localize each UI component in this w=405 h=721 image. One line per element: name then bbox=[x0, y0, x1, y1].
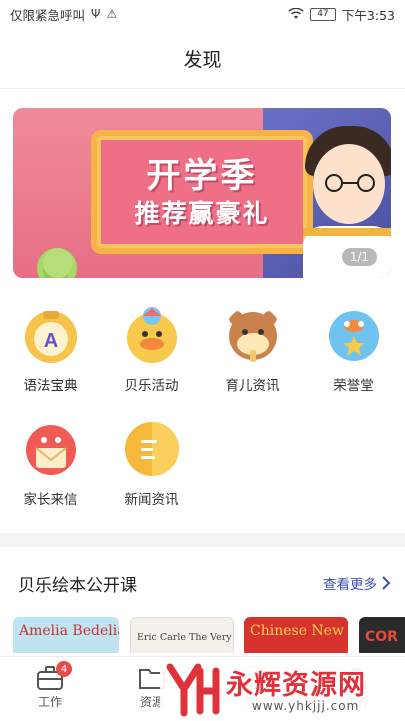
section-title: 贝乐绘本公开课 bbox=[18, 575, 137, 596]
work-badge: 4 bbox=[56, 661, 72, 677]
news-icon bbox=[124, 422, 179, 476]
grammar-icon: A bbox=[24, 311, 77, 363]
book-card[interactable]: Eric Carle The Very Busy Spid bbox=[130, 617, 234, 653]
watermark-url: www.yhkjjj.com bbox=[252, 699, 360, 713]
carrier-text: 仅限紧急呼叫 bbox=[10, 7, 86, 23]
feature-label: 新闻资讯 bbox=[124, 492, 179, 508]
feature-label: 贝乐活动 bbox=[124, 378, 179, 394]
honor-icon bbox=[328, 311, 379, 361]
feature-parenting[interactable]: 育儿资讯 bbox=[202, 306, 303, 394]
feature-label: 家长来信 bbox=[23, 492, 78, 508]
feature-grammar[interactable]: A 语法宝典 bbox=[0, 306, 101, 394]
activity-icon bbox=[126, 307, 177, 363]
book-title: Amelia Bedelia bbox=[19, 623, 119, 639]
feature-label: 荣誉堂 bbox=[333, 378, 374, 394]
status-bar: 仅限紧急呼叫 Ψ ⚠ 47 下午3:53 bbox=[0, 0, 405, 28]
feature-news[interactable]: 新闻资讯 bbox=[101, 420, 202, 508]
banner-headline: 开学季 bbox=[146, 156, 258, 196]
feature-label: 育儿资讯 bbox=[225, 378, 280, 394]
balloon-decoration bbox=[43, 248, 73, 278]
book-card[interactable]: Chinese New Year bbox=[244, 617, 348, 653]
view-more-link[interactable]: 查看更多 bbox=[323, 573, 391, 593]
battery-indicator: 47 bbox=[309, 7, 336, 21]
page-header: 发现 bbox=[0, 28, 405, 89]
wifi-icon bbox=[288, 8, 304, 19]
glasses-illustration bbox=[325, 174, 375, 192]
letter-icon bbox=[25, 425, 76, 475]
feature-honor[interactable]: 荣誉堂 bbox=[303, 306, 404, 394]
book-title: Eric Carle The Very Busy Spid bbox=[137, 632, 233, 643]
usb-icon: Ψ bbox=[91, 7, 101, 21]
book-title: Chinese New Year bbox=[250, 623, 348, 639]
banner-subheadline: 推荐赢豪礼 bbox=[134, 199, 270, 228]
promo-banner[interactable]: 开学季 推荐赢豪礼 1/1 bbox=[13, 108, 391, 278]
book-carousel[interactable]: Amelia Bedelia Eric Carle The Very Busy … bbox=[13, 617, 405, 653]
girl-illustration-strap bbox=[303, 228, 391, 236]
feature-label: 语法宝典 bbox=[23, 378, 78, 394]
svg-text:A: A bbox=[43, 330, 57, 352]
feature-activity[interactable]: 贝乐活动 bbox=[101, 306, 202, 394]
bottom-tab-bar: 4 工作 资源 发现 我的 永辉资源网 www.yhkjjj.com bbox=[0, 656, 405, 721]
section-divider bbox=[0, 533, 405, 547]
parenting-icon bbox=[228, 311, 277, 362]
chevron-right-icon bbox=[382, 576, 391, 590]
watermark-overlay: 永辉资源网 www.yhkjjj.com bbox=[160, 659, 405, 721]
view-more-label: 查看更多 bbox=[323, 577, 377, 593]
warning-icon: ⚠ bbox=[106, 7, 118, 21]
banner-board: 开学季 推荐赢豪礼 bbox=[91, 130, 313, 254]
book-card[interactable]: Amelia Bedelia bbox=[13, 617, 119, 653]
page-title: 发现 bbox=[183, 48, 222, 71]
feature-letters[interactable]: 家长来信 bbox=[0, 420, 101, 508]
picture-book-section-header: 贝乐绘本公开课 查看更多 bbox=[0, 560, 405, 606]
book-title: COR bbox=[365, 629, 398, 645]
tab-label: 工作 bbox=[37, 695, 62, 709]
book-card[interactable]: COR bbox=[359, 617, 405, 653]
watermark-logo bbox=[166, 663, 220, 717]
watermark-text: 永辉资源网 bbox=[226, 670, 366, 701]
tab-work[interactable]: 4 工作 bbox=[10, 661, 90, 710]
banner-page-counter: 1/1 bbox=[341, 248, 377, 266]
clock-text: 下午3:53 bbox=[341, 7, 395, 23]
